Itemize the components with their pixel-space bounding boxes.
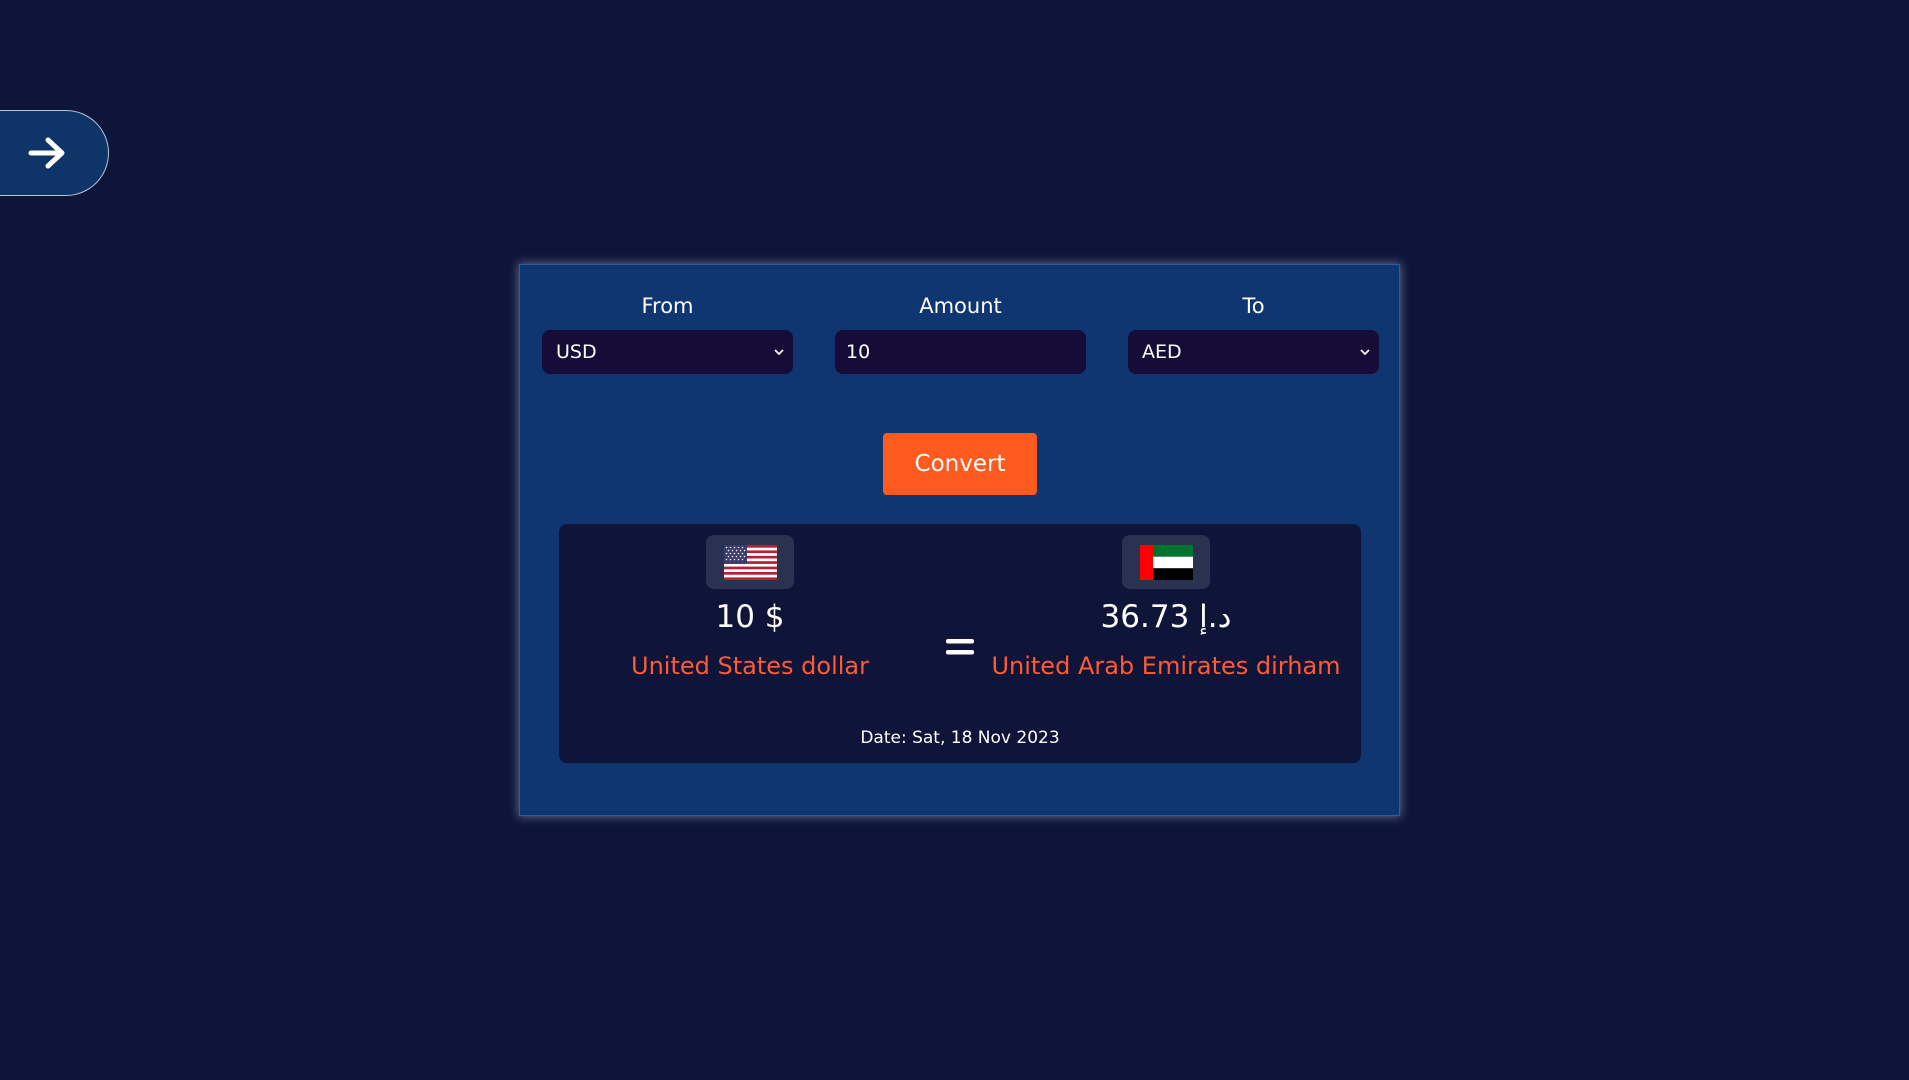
conversion-date: Date: Sat, 18 Nov 2023 [860,728,1060,748]
from-flag-badge [706,535,794,589]
back-button[interactable] [0,110,109,196]
arrow-right-icon [28,136,68,170]
amount-input[interactable]: 10 [835,330,1086,374]
from-currency-value: USD [556,341,597,363]
to-currency-select[interactable]: AED [1128,330,1379,374]
chevron-down-icon [1360,349,1370,355]
from-currency-select[interactable]: USD [542,330,793,374]
from-amount: 10 $ [715,599,785,635]
to-currency-name: United Arab Emirates dirham [991,652,1341,680]
from-currency-name: United States dollar [631,652,869,680]
uae-flag-icon [1139,544,1193,580]
result-panel: 10 $ 36.73 د.إ United States dollar Unit… [559,524,1361,763]
to-currency-value: AED [1142,341,1182,363]
from-label: From [641,294,694,318]
us-flag-icon [723,544,777,580]
to-amount: 36.73 د.إ [1100,599,1232,635]
to-flag-badge [1122,535,1210,589]
amount-label: Amount [919,294,1002,318]
convert-button[interactable]: Convert [883,433,1037,495]
converter-card: From USD Amount 10 To AED Convert 10 $ 3… [519,264,1400,816]
chevron-down-icon [774,349,784,355]
to-label: To [1242,294,1265,318]
amount-value: 10 [846,341,871,363]
equals-icon [946,639,974,655]
